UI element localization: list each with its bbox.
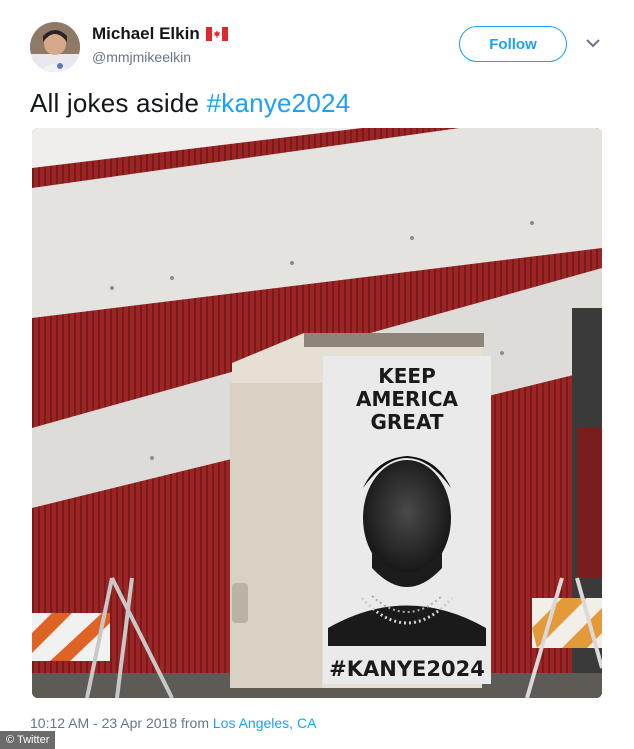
tweet-photo[interactable]: KEEP AMERICA GREAT #KANYE2024 [32,128,602,698]
timestamp[interactable]: 10:12 AM - 23 Apr 2018 from [30,715,209,731]
tweet-text: All jokes aside #kanye2024 [30,88,350,119]
poster-line-2: AMERICA [356,387,459,411]
image-credit: © Twitter [0,731,56,749]
avatar[interactable] [30,22,80,72]
poster-line-3: GREAT [370,410,443,434]
author-handle[interactable]: @mmjmikeelkin [92,49,191,65]
chevron-down-icon[interactable] [584,36,602,50]
canada-flag-icon [206,26,229,46]
hashtag-link[interactable]: #kanye2024 [207,88,351,118]
tweet-meta: 10:12 AM - 23 Apr 2018 from Los Angeles,… [30,715,316,731]
author-name[interactable]: Michael Elkin [92,24,229,46]
poster-hashtag: #KANYE2024 [329,657,485,681]
follow-button[interactable]: Follow [459,26,567,62]
location-link[interactable]: Los Angeles, CA [213,715,317,731]
poster-line-1: KEEP [378,364,435,388]
tweet-text-plain: All jokes aside [30,88,200,118]
